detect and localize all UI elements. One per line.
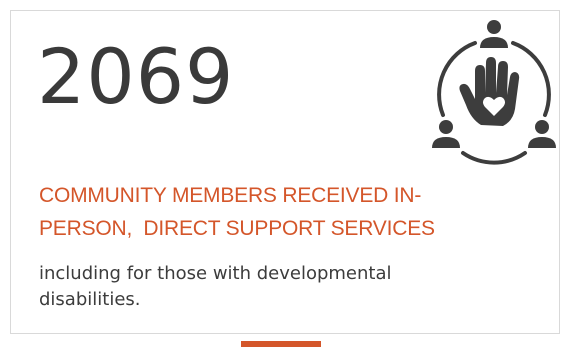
stat-heading-line-2: PERSON, DIRECT SUPPORT SERVICES <box>39 217 435 240</box>
community-hand-heart-icon <box>419 17 569 167</box>
accent-bar <box>241 341 321 347</box>
stat-description-line-1: including for those with developmental <box>39 263 392 284</box>
stat-number: 2069 <box>37 32 235 121</box>
stat-card: 2069 COMMUNITY MEMBERS RECEIVED IN- PERS… <box>10 10 560 334</box>
stat-heading-line-1: COMMUNITY MEMBERS RECEIVED IN- <box>39 184 422 207</box>
stat-description: including for those with developmental d… <box>39 261 539 313</box>
stat-description-line-2: disabilities. <box>39 289 141 310</box>
stat-heading: COMMUNITY MEMBERS RECEIVED IN- PERSON, D… <box>39 179 539 245</box>
